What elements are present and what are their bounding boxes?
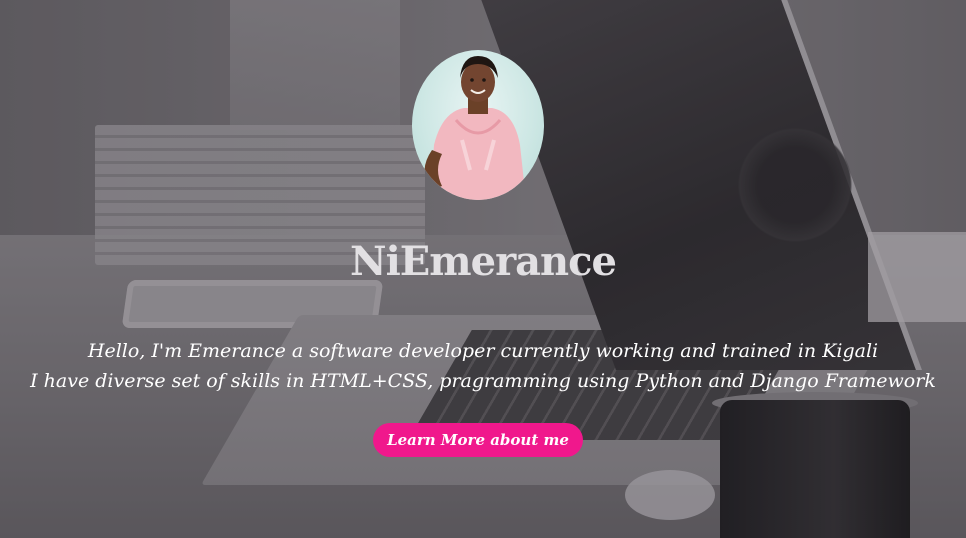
hero-section: NiEmerance Hello, I'm Emerance a softwar…: [0, 0, 966, 538]
learn-more-button[interactable]: Learn More about me: [373, 423, 583, 457]
profile-avatar: [412, 50, 544, 200]
profile-photo-illustration: [424, 56, 526, 200]
intro-text: Hello, I'm Emerance a software developer…: [0, 336, 966, 396]
intro-line-1: Hello, I'm Emerance a software developer…: [87, 340, 879, 362]
site-title: NiEmerance: [350, 238, 617, 285]
intro-line-2: I have diverse set of skills in HTML+CSS…: [30, 370, 936, 392]
